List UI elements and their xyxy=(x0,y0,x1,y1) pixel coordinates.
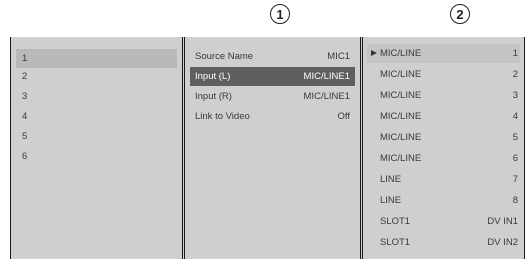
option-label: MIC/LINE xyxy=(380,111,422,122)
option-row[interactable]: SLOT1 DV IN1 xyxy=(367,212,520,231)
option-label: MIC/LINE xyxy=(380,153,422,164)
option-value: 6 xyxy=(512,153,518,164)
option-row[interactable]: SLOT1 DV IN2 xyxy=(367,233,520,252)
setting-row-source-name[interactable]: Source Name MIC1 xyxy=(190,47,355,66)
option-row[interactable]: MIC/LINE 4 xyxy=(367,107,520,126)
channel-item-5[interactable]: 5 xyxy=(16,127,177,146)
callout-2: 2 xyxy=(450,4,470,24)
option-row[interactable]: LINE 8 xyxy=(367,191,520,210)
option-value: 2 xyxy=(512,69,518,80)
option-value: DV IN2 xyxy=(487,237,518,248)
channel-item-2[interactable]: 2 xyxy=(16,67,177,86)
setting-value: MIC/LINE1 xyxy=(303,71,350,82)
setting-value: Off xyxy=(337,111,351,122)
setting-label: Input (L) xyxy=(195,71,231,82)
callout-1: 1 xyxy=(270,4,290,24)
option-value: 3 xyxy=(512,90,518,101)
setting-row-link-to-video[interactable]: Link to Video Off xyxy=(190,107,355,126)
settings-list: Source Name MIC1 Input (L) MIC/LINE1 Inp… xyxy=(184,37,361,259)
setting-label: Source Name xyxy=(195,51,254,62)
setting-label: Input (R) xyxy=(195,91,232,102)
option-value: DV IN1 xyxy=(487,216,518,227)
setting-row-input-r[interactable]: Input (R) MIC/LINE1 xyxy=(190,87,355,106)
menu-screen: 1 2 3 4 5 6 Source Name MIC1 Input (L) M… xyxy=(10,37,525,259)
option-label: MIC/LINE xyxy=(380,90,422,101)
setting-row-input-l[interactable]: Input (L) MIC/LINE1 xyxy=(190,67,355,86)
channel-item-6[interactable]: 6 xyxy=(16,147,177,166)
channel-item-3[interactable]: 3 xyxy=(16,87,177,106)
option-label: MIC/LINE xyxy=(380,48,422,59)
option-label-wrap: MIC/LINE xyxy=(367,44,421,63)
setting-label: Link to Video xyxy=(195,111,250,122)
option-label: MIC/LINE xyxy=(380,69,422,80)
triangle-right-icon xyxy=(371,50,377,56)
option-value: 4 xyxy=(512,111,518,122)
option-value: 1 xyxy=(512,48,518,59)
option-row[interactable]: MIC/LINE 3 xyxy=(367,86,520,105)
setting-value: MIC1 xyxy=(327,51,350,62)
option-label: LINE xyxy=(380,195,402,206)
option-row[interactable]: MIC/LINE 2 xyxy=(367,65,520,84)
option-row[interactable]: LINE 7 xyxy=(367,170,520,189)
option-row[interactable]: MIC/LINE 6 xyxy=(367,149,520,168)
channel-list: 1 2 3 4 5 6 xyxy=(10,37,183,259)
option-label: MIC/LINE xyxy=(380,132,422,143)
channel-item-4[interactable]: 4 xyxy=(16,107,177,126)
option-list: MIC/LINE 1 MIC/LINE 2 MIC/LINE 3 MIC/LIN… xyxy=(362,37,525,259)
option-value: 8 xyxy=(512,195,518,206)
option-row[interactable]: MIC/LINE 1 xyxy=(367,44,520,63)
option-label: SLOT1 xyxy=(380,216,411,227)
option-value: 5 xyxy=(512,132,518,143)
option-label: LINE xyxy=(380,174,402,185)
option-row[interactable]: MIC/LINE 5 xyxy=(367,128,520,147)
option-label: SLOT1 xyxy=(380,237,411,248)
channel-item-1[interactable]: 1 xyxy=(16,49,177,68)
setting-value: MIC/LINE1 xyxy=(303,91,350,102)
option-value: 7 xyxy=(512,174,518,185)
